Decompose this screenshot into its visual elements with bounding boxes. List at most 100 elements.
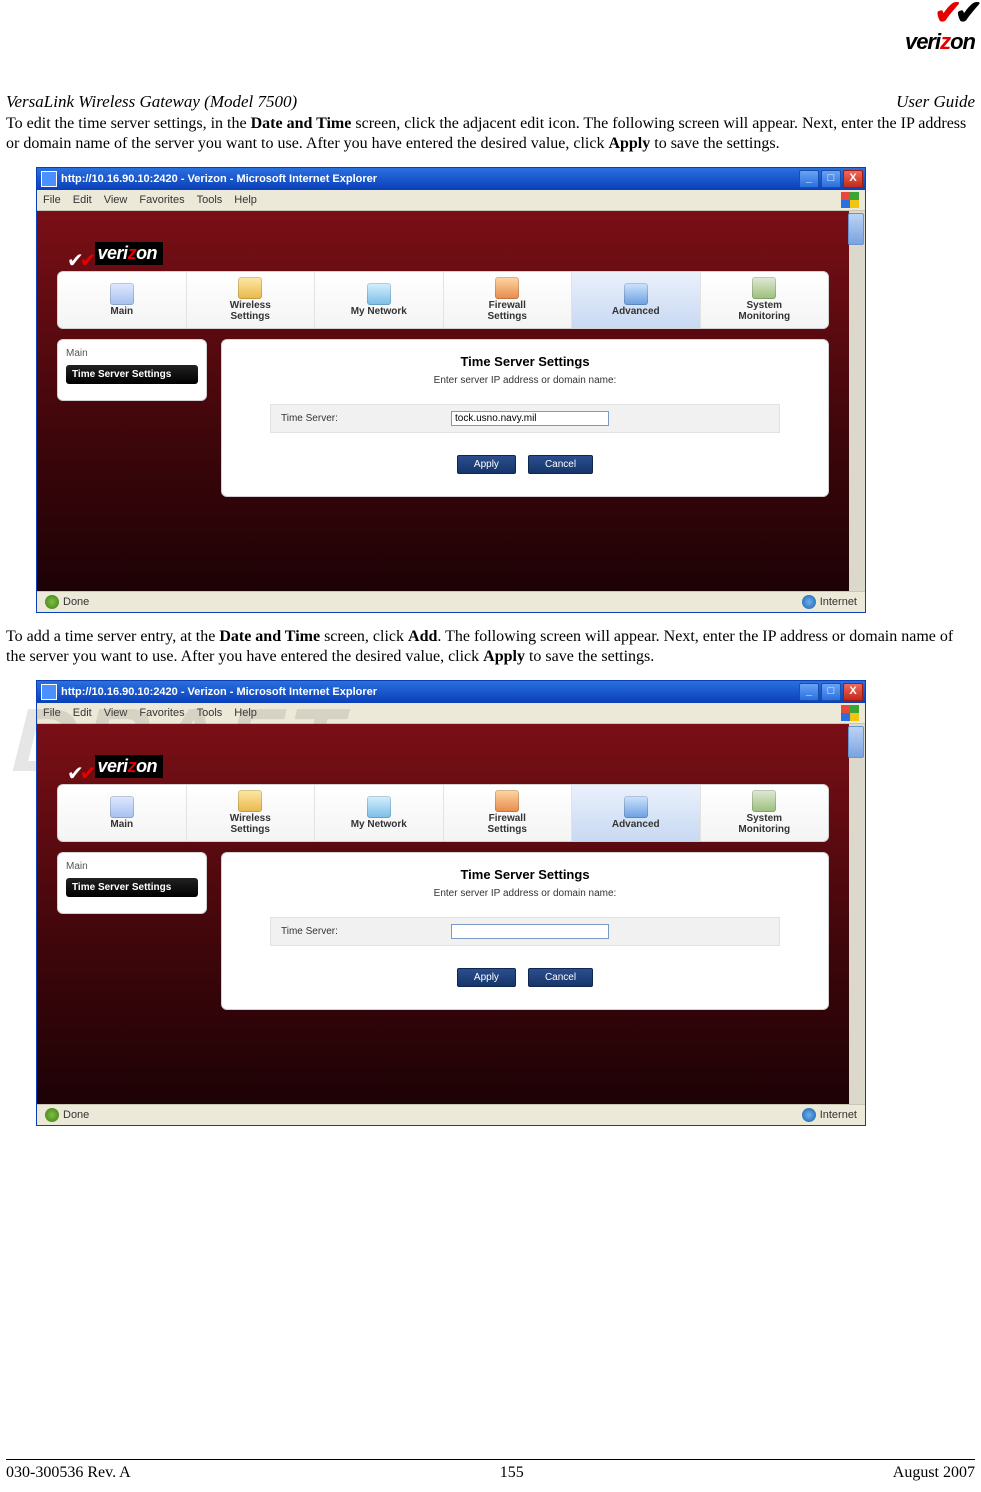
window-title: http://10.16.90.10:2420 - Verizon - Micr… [61, 173, 377, 185]
menu-file[interactable]: File [43, 707, 61, 719]
top-nav: Main WirelessSettings My Network Firewal… [57, 784, 829, 842]
internet-icon [802, 595, 816, 609]
card-sub: Enter server IP address or domain name: [240, 375, 810, 386]
windows-logo-icon [841, 705, 859, 721]
content-card: Time Server Settings Enter server IP add… [221, 852, 829, 1010]
scrollbar-thumb[interactable] [848, 213, 864, 245]
form-row: Time Server: [270, 917, 780, 946]
minimize-button[interactable]: _ [799, 683, 819, 701]
menu-edit[interactable]: Edit [73, 194, 92, 206]
cancel-button[interactable]: Cancel [528, 455, 593, 474]
tab-main[interactable]: Main [58, 272, 187, 328]
time-server-input[interactable] [451, 924, 609, 939]
footer-center: 155 [500, 1464, 524, 1482]
menu-edit[interactable]: Edit [73, 707, 92, 719]
card-sub: Enter server IP address or domain name: [240, 888, 810, 899]
network-icon [367, 796, 391, 818]
system-icon [752, 790, 776, 812]
windows-logo-icon [841, 192, 859, 208]
main-icon [110, 283, 134, 305]
maximize-button[interactable]: □ [821, 170, 841, 188]
tab-system[interactable]: SystemMonitoring [701, 272, 829, 328]
footer-left: 030-300536 Rev. A [6, 1464, 131, 1482]
tab-wireless[interactable]: WirelessSettings [187, 272, 316, 328]
time-server-label: Time Server: [281, 926, 451, 937]
system-icon [752, 277, 776, 299]
page-footer: 030-300536 Rev. A 155 August 2007 [6, 1459, 975, 1482]
verizon-brand: ✔✔ verizon [57, 223, 829, 265]
window-title: http://10.16.90.10:2420 - Verizon - Micr… [61, 686, 377, 698]
tab-main[interactable]: Main [58, 785, 187, 841]
cancel-button[interactable]: Cancel [528, 968, 593, 987]
menubar: File Edit View Favorites Tools Help [37, 703, 865, 724]
tab-firewall[interactable]: FirewallSettings [444, 272, 573, 328]
tab-system[interactable]: SystemMonitoring [701, 785, 829, 841]
status-left: Done [63, 596, 89, 608]
menu-tools[interactable]: Tools [197, 194, 223, 206]
tab-firewall[interactable]: FirewallSettings [444, 785, 573, 841]
minimize-button[interactable]: _ [799, 170, 819, 188]
maximize-button[interactable]: □ [821, 683, 841, 701]
tab-wireless[interactable]: WirelessSettings [187, 785, 316, 841]
top-nav: Main WirelessSettings My Network Firewal… [57, 271, 829, 329]
ie-icon [41, 684, 57, 700]
screenshot-add: http://10.16.90.10:2420 - Verizon - Micr… [36, 680, 866, 1126]
menu-favorites[interactable]: Favorites [139, 707, 184, 719]
menubar: File Edit View Favorites Tools Help [37, 190, 865, 211]
paragraph-2: To add a time server entry, at the Date … [6, 627, 975, 668]
card-title: Time Server Settings [240, 867, 810, 882]
tab-network[interactable]: My Network [315, 785, 444, 841]
time-server-input[interactable] [451, 411, 609, 426]
statusbar: Done Internet [37, 1104, 865, 1125]
card-title: Time Server Settings [240, 354, 810, 369]
network-icon [367, 283, 391, 305]
internet-icon [802, 1108, 816, 1122]
content-card: Time Server Settings Enter server IP add… [221, 339, 829, 497]
verizon-brand: ✔✔ verizon [57, 736, 829, 778]
doc-title-right: User Guide [896, 92, 975, 112]
tab-advanced[interactable]: Advanced [572, 785, 701, 841]
advanced-icon [624, 796, 648, 818]
close-button[interactable]: X [843, 683, 863, 701]
wireless-icon [238, 277, 262, 299]
done-icon [45, 1108, 59, 1122]
time-server-label: Time Server: [281, 413, 451, 424]
verizon-logo-top: ✔✔ verizon [905, 8, 975, 55]
close-button[interactable]: X [843, 170, 863, 188]
done-icon [45, 595, 59, 609]
main-icon [110, 796, 134, 818]
side-panel: Main Time Server Settings [57, 339, 207, 401]
tab-advanced[interactable]: Advanced [572, 272, 701, 328]
menu-tools[interactable]: Tools [197, 707, 223, 719]
status-right: Internet [820, 596, 857, 608]
footer-right: August 2007 [893, 1464, 975, 1482]
scrollbar-thumb[interactable] [848, 726, 864, 758]
form-row: Time Server: [270, 404, 780, 433]
side-time-server[interactable]: Time Server Settings [66, 878, 198, 897]
menu-help[interactable]: Help [234, 194, 257, 206]
wireless-icon [238, 790, 262, 812]
firewall-icon [495, 790, 519, 812]
menu-view[interactable]: View [104, 194, 128, 206]
status-right: Internet [820, 1109, 857, 1121]
side-main[interactable]: Main [66, 861, 198, 872]
tab-network[interactable]: My Network [315, 272, 444, 328]
statusbar: Done Internet [37, 591, 865, 612]
doc-title-left: VersaLink Wireless Gateway (Model 7500) [6, 92, 297, 112]
menu-file[interactable]: File [43, 194, 61, 206]
side-main[interactable]: Main [66, 348, 198, 359]
side-time-server[interactable]: Time Server Settings [66, 365, 198, 384]
paragraph-1: To edit the time server settings, in the… [6, 114, 975, 155]
window-titlebar: http://10.16.90.10:2420 - Verizon - Micr… [37, 168, 865, 190]
apply-button[interactable]: Apply [457, 968, 516, 987]
menu-help[interactable]: Help [234, 707, 257, 719]
apply-button[interactable]: Apply [457, 455, 516, 474]
advanced-icon [624, 283, 648, 305]
doc-header: VersaLink Wireless Gateway (Model 7500) … [6, 92, 975, 112]
firewall-icon [495, 277, 519, 299]
window-titlebar: http://10.16.90.10:2420 - Verizon - Micr… [37, 681, 865, 703]
screenshot-edit: http://10.16.90.10:2420 - Verizon - Micr… [36, 167, 866, 613]
menu-favorites[interactable]: Favorites [139, 194, 184, 206]
side-panel: Main Time Server Settings [57, 852, 207, 914]
menu-view[interactable]: View [104, 707, 128, 719]
